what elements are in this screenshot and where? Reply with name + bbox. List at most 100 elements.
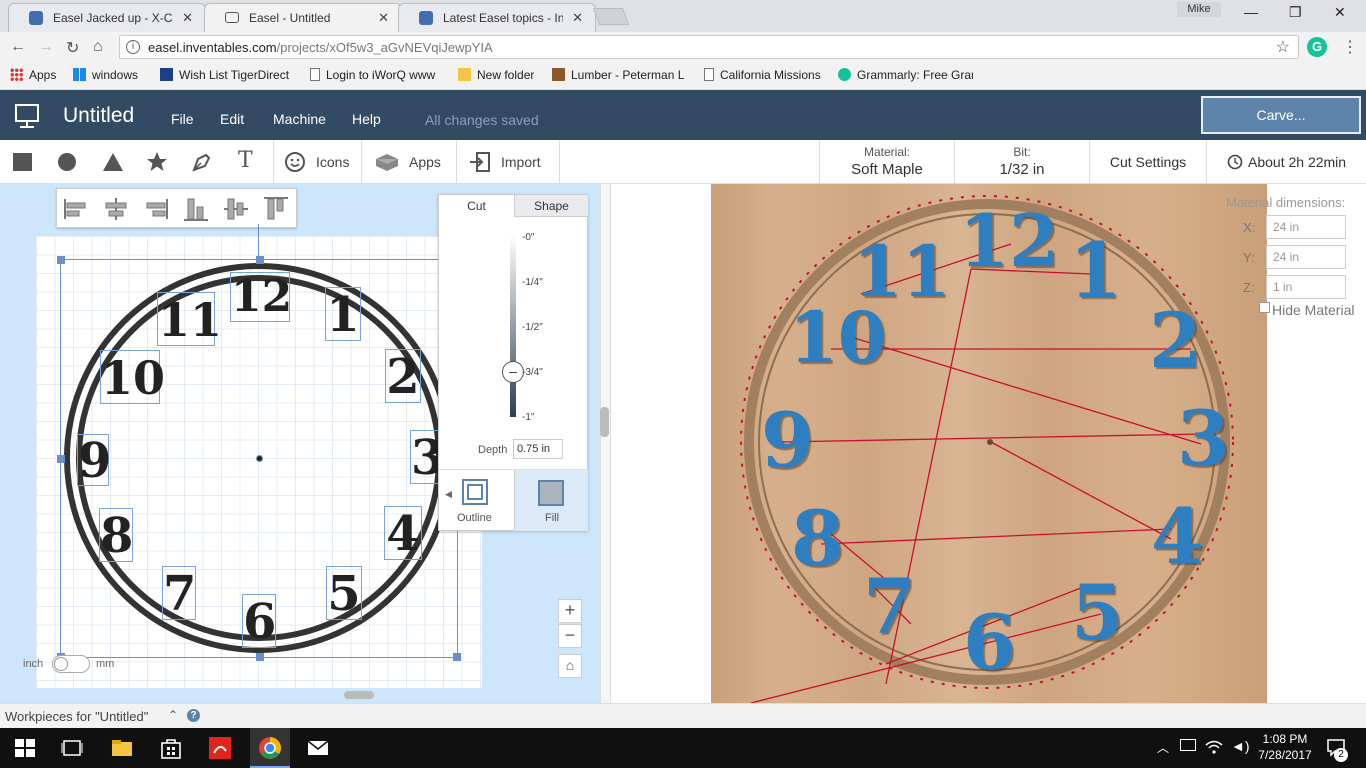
menu-edit[interactable]: Edit (220, 111, 244, 127)
info-icon[interactable]: i (126, 40, 140, 54)
url-input[interactable]: i easel.inventables.com/projects/xOf5w3_… (119, 35, 1299, 59)
bookmark-new-folder[interactable]: New folder (458, 68, 534, 82)
bookmark-california-missions[interactable]: California Missions (704, 68, 821, 82)
align-left-icon[interactable] (63, 197, 89, 221)
system-clock[interactable]: 1:08 PM 7/28/2017 (1250, 732, 1320, 762)
acrobat-icon[interactable] (208, 736, 232, 760)
tab-latest-easel-topics[interactable]: Latest Easel topics - Inventables ✕ (398, 3, 596, 32)
icons-button[interactable]: Icons (316, 154, 349, 170)
numeral-12[interactable]: 12 (230, 272, 292, 322)
file-explorer-icon[interactable] (110, 736, 134, 760)
material-y-input[interactable]: 24 in (1266, 245, 1346, 269)
numeral-9[interactable]: 9 (77, 434, 111, 487)
depth-input[interactable]: 0.75 in (513, 439, 563, 459)
menu-file[interactable]: File (171, 111, 194, 127)
numeral-8[interactable]: 8 (99, 508, 133, 563)
numeral-6[interactable]: 6 (242, 594, 276, 649)
show-hidden-icons-icon[interactable]: ︿ (1157, 739, 1169, 756)
align-center-horizontal-icon[interactable] (103, 197, 129, 221)
browser-menu-icon[interactable]: ⋮ (1342, 37, 1358, 57)
easel-logo-icon[interactable] (14, 103, 40, 129)
horizontal-scrollbar[interactable] (344, 691, 374, 699)
carve-button[interactable]: Carve... (1201, 96, 1361, 134)
grammarly-extension-icon[interactable]: G (1307, 37, 1327, 57)
resize-handle[interactable] (57, 455, 65, 463)
tab-easel-jacked-up[interactable]: Easel Jacked up - X-Carve ✕ (8, 3, 206, 32)
depth-slider-handle[interactable]: – (502, 360, 524, 383)
align-center-vertical-icon[interactable] (223, 197, 249, 221)
import-button[interactable]: Import (501, 154, 541, 170)
bookmark-tigerdirect[interactable]: Wish List TigerDirect (160, 68, 300, 82)
numeral-5[interactable]: 5 (326, 566, 362, 621)
align-bottom-icon[interactable] (183, 197, 209, 221)
zoom-out-button[interactable]: − (558, 624, 582, 648)
home-view-button[interactable]: ⌂ (558, 654, 582, 678)
cut-settings-button[interactable]: Cut Settings (1090, 140, 1206, 184)
close-tab-icon[interactable]: ✕ (378, 10, 389, 26)
bookmark-lumber[interactable]: Lumber - Peterman L (552, 68, 689, 82)
restore-icon[interactable]: ❐ (1289, 4, 1302, 21)
resize-handle[interactable] (256, 653, 264, 661)
numeral-11[interactable]: 11 (157, 292, 222, 347)
numeral-4[interactable]: 4 (384, 506, 422, 561)
back-arrow-icon[interactable]: ← (10, 38, 26, 56)
project-title[interactable]: Untitled (63, 104, 134, 128)
window-close-icon[interactable]: ✕ (1334, 4, 1346, 21)
vertical-scrollbar[interactable] (600, 407, 609, 437)
home-icon[interactable]: ⌂ (93, 38, 103, 56)
pen-tool-icon[interactable] (191, 151, 213, 173)
numeral-10[interactable]: 10 (100, 350, 165, 405)
pane-divider[interactable] (600, 184, 611, 703)
bookmark-star-icon[interactable]: ☆ (1276, 37, 1290, 57)
apps-button[interactable]: Apps (409, 154, 441, 170)
bookmark-iworq[interactable]: Login to iWorQ www (310, 68, 445, 82)
windows-start-icon[interactable] (13, 736, 37, 760)
star-shape-icon[interactable] (146, 151, 168, 173)
chevron-up-icon[interactable]: ⌃ (168, 708, 178, 722)
wifi-icon[interactable] (1205, 739, 1223, 755)
material-x-input[interactable]: 24 in (1266, 215, 1346, 239)
tab-easel-untitled[interactable]: Easel - Untitled ✕ (204, 3, 402, 33)
import-icon[interactable] (469, 152, 491, 172)
hide-material-label[interactable]: Hide Material (1272, 302, 1354, 318)
resize-handle[interactable] (57, 256, 65, 264)
close-tab-icon[interactable]: ✕ (572, 10, 583, 26)
menu-machine[interactable]: Machine (273, 111, 326, 127)
zoom-in-button[interactable]: + (558, 599, 582, 623)
workpieces-toggle[interactable]: Workpieces for "Untitled" (5, 709, 148, 724)
resize-handle[interactable] (453, 653, 461, 661)
reload-icon[interactable]: ↻ (66, 38, 79, 58)
numeral-2[interactable]: 2 (385, 349, 421, 404)
align-right-icon[interactable] (143, 197, 169, 221)
material-selector[interactable]: Material: Soft Maple (820, 140, 954, 184)
square-shape-icon[interactable] (13, 153, 33, 171)
hide-material-checkbox[interactable] (1259, 302, 1270, 313)
unit-toggle[interactable]: inch mm (23, 655, 114, 673)
align-top-icon[interactable] (263, 197, 289, 221)
minimize-icon[interactable]: — (1244, 4, 1258, 20)
task-view-icon[interactable] (60, 736, 84, 760)
bit-selector[interactable]: Bit: 1/32 in (955, 140, 1089, 184)
collapse-arrow-icon[interactable]: ◀ (445, 489, 452, 500)
store-icon[interactable] (159, 736, 183, 760)
battery-icon[interactable] (1180, 739, 1196, 751)
bookmark-windows[interactable]: windows (73, 68, 138, 82)
circle-shape-icon[interactable] (57, 152, 77, 172)
triangle-shape-icon[interactable] (102, 152, 124, 172)
material-z-input[interactable]: 1 in (1266, 275, 1346, 299)
text-tool-icon[interactable]: T (238, 148, 253, 173)
fill-option[interactable]: Fill (514, 470, 588, 531)
unit-switch[interactable] (52, 655, 90, 673)
chrome-taskbar-button[interactable] (250, 728, 290, 768)
new-tab-button[interactable] (592, 8, 630, 25)
outline-option[interactable]: Outline (453, 471, 513, 529)
numeral-7[interactable]: 7 (162, 566, 196, 621)
tab-shape[interactable]: Shape (514, 195, 588, 217)
tab-cut[interactable]: Cut (439, 195, 514, 217)
profile-name[interactable]: Mike (1177, 2, 1221, 17)
menu-help[interactable]: Help (352, 111, 381, 127)
apps-block-icon[interactable] (374, 153, 400, 171)
close-tab-icon[interactable]: ✕ (182, 10, 193, 26)
volume-icon[interactable]: ◄) (1231, 738, 1250, 754)
help-icon[interactable]: ? (187, 709, 200, 722)
